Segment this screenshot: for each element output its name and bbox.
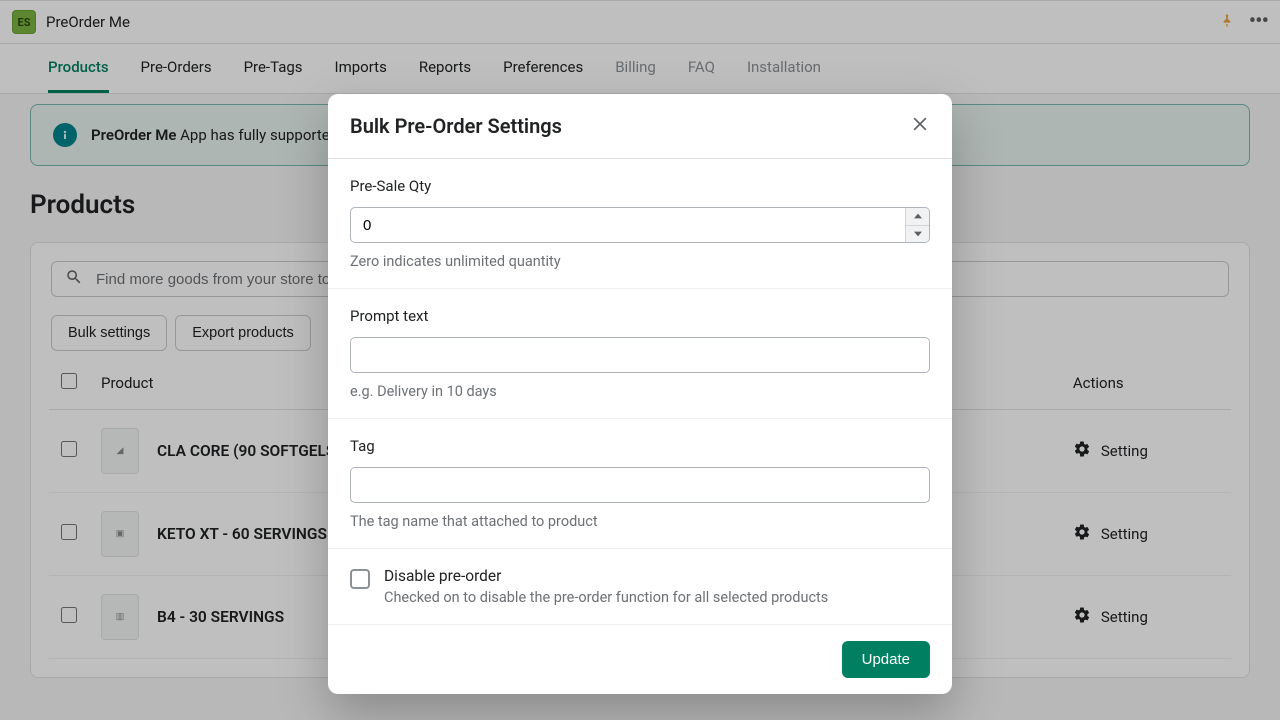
update-button[interactable]: Update <box>842 641 930 678</box>
modal-title: Bulk Pre-Order Settings <box>350 114 562 138</box>
prompt-text-input[interactable] <box>350 337 930 373</box>
qty-step-down[interactable] <box>906 226 929 243</box>
modal-overlay[interactable]: Bulk Pre-Order Settings Pre-Sale Qty Zer… <box>0 0 1280 720</box>
presale-qty-label: Pre-Sale Qty <box>350 177 930 195</box>
tag-label: Tag <box>350 437 930 455</box>
disable-preorder-help: Checked on to disable the pre-order func… <box>384 589 828 606</box>
presale-qty-input[interactable] <box>350 207 930 243</box>
tag-help: The tag name that attached to product <box>350 513 930 530</box>
prompt-text-label: Prompt text <box>350 307 930 325</box>
disable-preorder-checkbox[interactable] <box>350 569 370 589</box>
prompt-text-help: e.g. Delivery in 10 days <box>350 383 930 400</box>
close-icon[interactable] <box>910 114 930 138</box>
qty-step-up[interactable] <box>906 208 929 226</box>
disable-preorder-label: Disable pre-order <box>384 567 828 585</box>
tag-input[interactable] <box>350 467 930 503</box>
bulk-settings-modal: Bulk Pre-Order Settings Pre-Sale Qty Zer… <box>328 94 952 694</box>
presale-qty-help: Zero indicates unlimited quantity <box>350 253 930 270</box>
